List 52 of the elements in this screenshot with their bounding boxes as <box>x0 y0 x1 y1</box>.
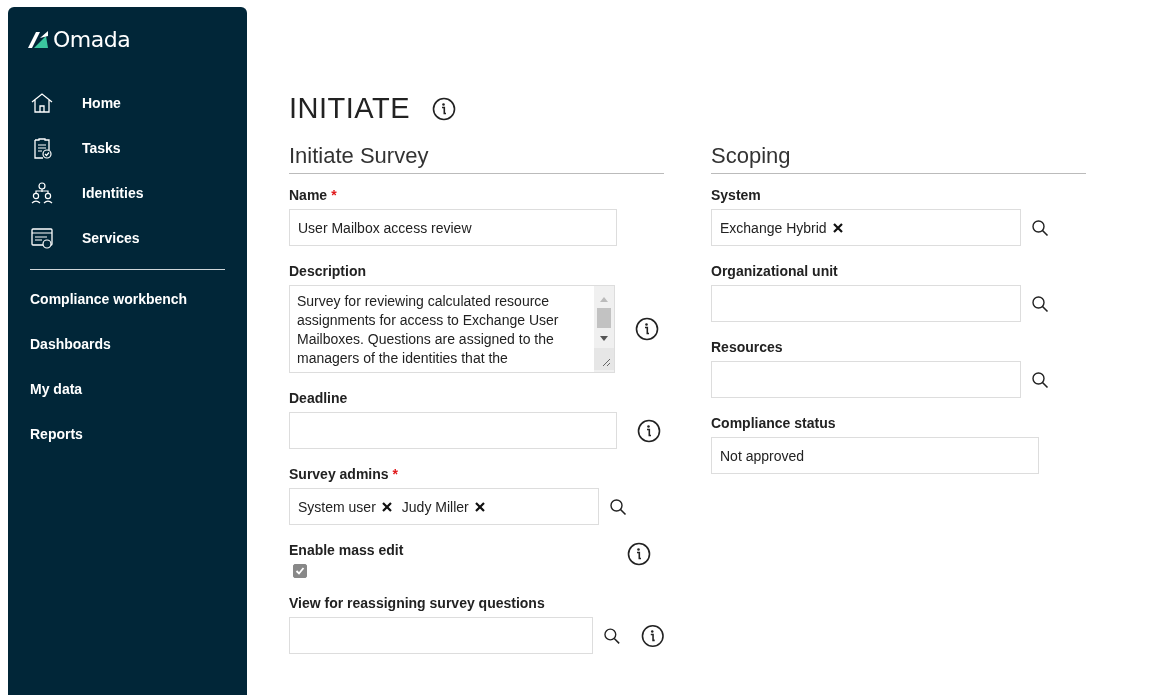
field-label: Survey admins <box>289 466 389 482</box>
scrollbar-icon <box>594 286 614 372</box>
people-icon <box>30 180 54 205</box>
required-mark: * <box>392 466 399 482</box>
field-label: Organizational unit <box>711 263 838 279</box>
window-icon <box>30 225 54 250</box>
input-field[interactable] <box>289 412 617 449</box>
logo-text: Omada <box>53 27 131 52</box>
remove-icon[interactable] <box>474 501 485 512</box>
check-icon <box>295 566 305 576</box>
tag-input-field[interactable]: System user Judy Miller <box>289 488 599 525</box>
section-title: Initiate Survey <box>289 143 664 174</box>
section-title: Scoping <box>711 143 1086 174</box>
info-icon[interactable] <box>637 418 661 443</box>
nav-item[interactable]: Home <box>8 80 247 125</box>
tag-label: Judy Miller <box>401 498 469 515</box>
tag-label: System user <box>298 498 376 515</box>
search-icon[interactable] <box>609 497 627 516</box>
nav-link[interactable]: Dashboards <box>8 321 247 366</box>
required-mark: * <box>331 187 337 203</box>
search-icon[interactable] <box>1031 370 1049 389</box>
nav-link[interactable]: Reports <box>8 411 247 456</box>
field-label: Description <box>289 263 366 279</box>
page-title: INITIATE <box>289 92 411 125</box>
search-icon[interactable] <box>1031 294 1049 313</box>
info-icon[interactable] <box>432 96 457 121</box>
input-field[interactable]: User Mailbox access review <box>289 209 617 246</box>
field-label: Enable mass edit <box>289 542 404 558</box>
field-label: Deadline <box>289 390 348 406</box>
nav-item[interactable]: Identities <box>8 170 247 215</box>
field-label: Name <box>289 187 328 203</box>
nav-link[interactable]: Compliance workbench <box>8 276 247 321</box>
field-label: Compliance status <box>711 415 836 431</box>
input-field[interactable]: Not approved <box>711 437 1039 474</box>
input-field[interactable] <box>711 361 1021 398</box>
input-field[interactable] <box>289 617 593 654</box>
tag-input-field[interactable]: Exchange Hybrid <box>711 209 1021 246</box>
nav-item[interactable]: Tasks <box>8 125 247 170</box>
remove-icon[interactable] <box>381 501 392 512</box>
input-field[interactable] <box>711 285 1021 322</box>
field-label: View for reassigning survey questions <box>289 595 545 611</box>
text-area[interactable]: Survey for reviewing calculated resource assignments for access to Exchange User Mailboxes. Questions are assigned to the managers of the identities that the <box>289 285 615 373</box>
search-icon[interactable] <box>1031 218 1049 237</box>
tag-label: Exchange Hybrid <box>720 219 827 236</box>
remove-icon[interactable] <box>832 222 843 233</box>
info-icon[interactable] <box>640 623 664 648</box>
field-label: System <box>711 187 761 203</box>
search-icon[interactable] <box>602 626 621 645</box>
nav-item[interactable]: Services <box>8 215 247 260</box>
info-icon[interactable] <box>635 317 659 341</box>
field-label: Resources <box>711 339 783 355</box>
nav-link[interactable]: My data <box>8 366 247 411</box>
